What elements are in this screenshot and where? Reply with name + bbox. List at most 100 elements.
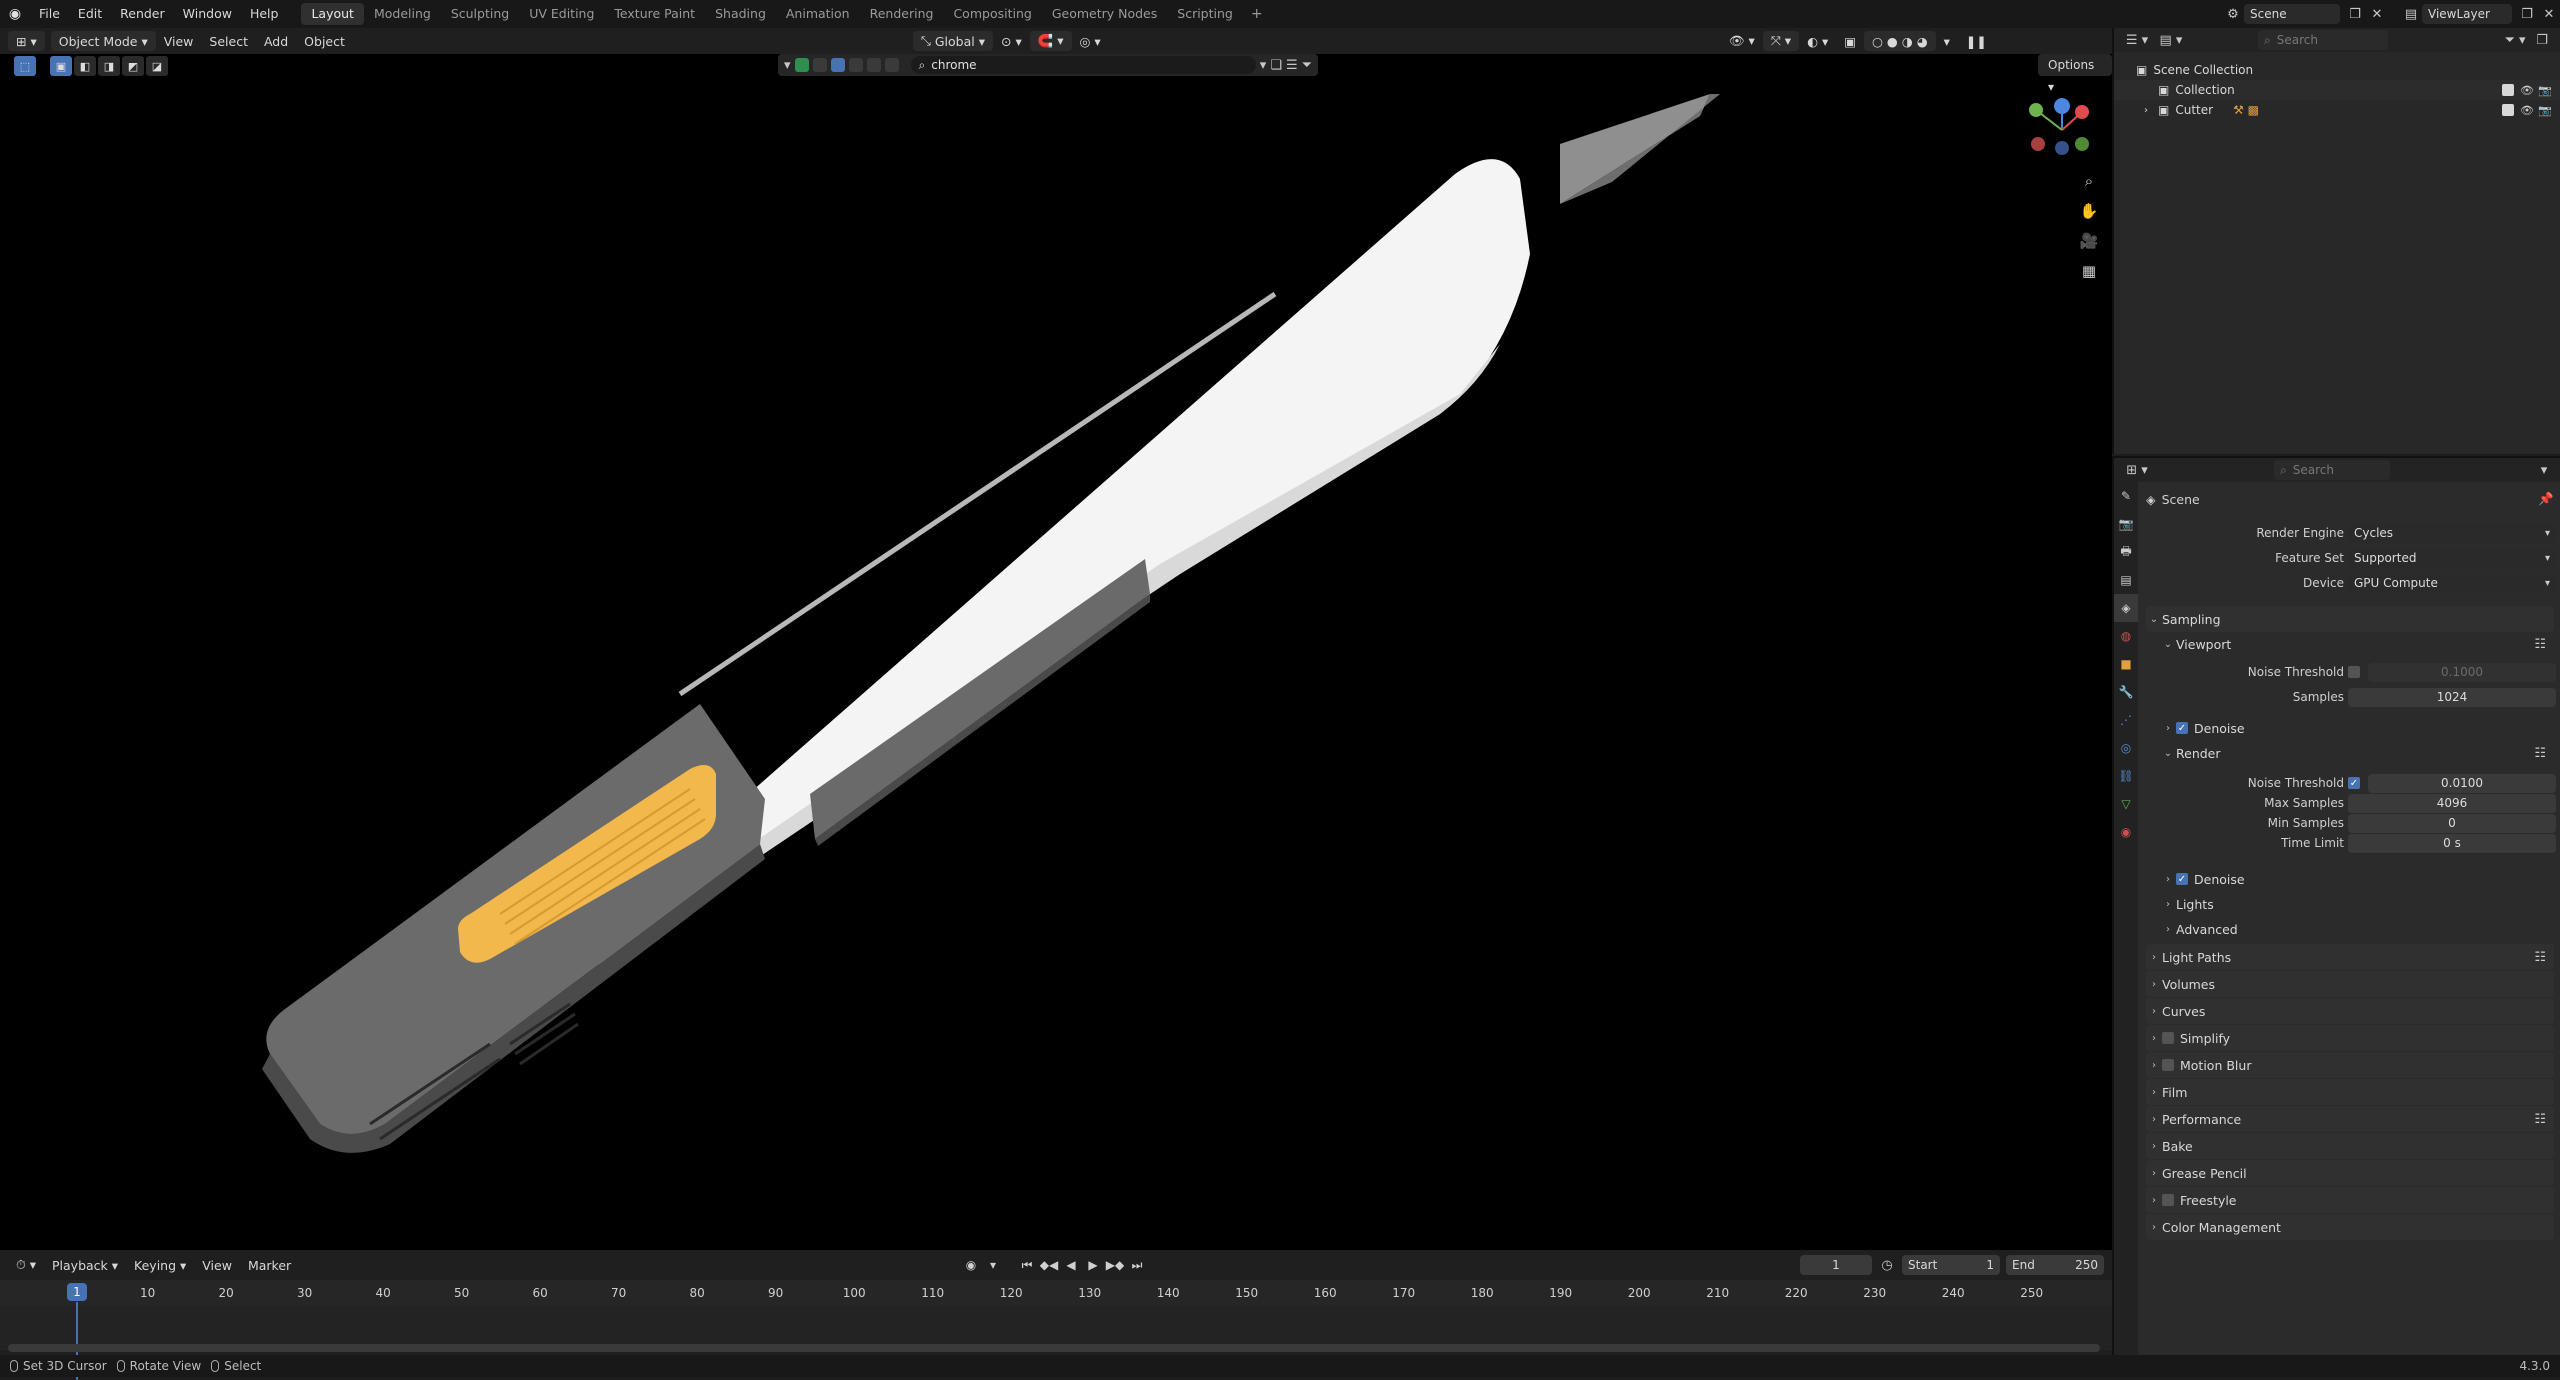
outliner-search-input[interactable]: ⌕ Search <box>2258 30 2388 50</box>
xray-icon[interactable]: ▣ <box>1836 31 1864 51</box>
volumes-panel[interactable]: › Volumes <box>2146 971 2554 997</box>
start-frame-field[interactable]: Start 1 <box>1902 1255 2000 1275</box>
physics-tab-icon[interactable]: ◎ <box>2114 734 2138 762</box>
bake-panel[interactable]: › Bake <box>2146 1133 2554 1159</box>
autokey-icon[interactable]: ◉ <box>962 1255 980 1275</box>
menu-render[interactable]: Render <box>111 0 174 28</box>
presets-list-icon[interactable]: ☷ <box>2534 746 2546 761</box>
pause-render-icon[interactable]: ❚❚ <box>1958 31 1995 51</box>
mode-intersect-icon[interactable]: ◪ <box>146 56 168 76</box>
properties-search-input[interactable]: ⌕ Search <box>2274 460 2390 480</box>
render-camera-icon[interactable]: 📷 <box>2538 84 2552 97</box>
display-mode-icon[interactable]: ▤ ▾ <box>2154 33 2188 48</box>
eye-icon[interactable]: 👁 <box>2520 84 2534 97</box>
current-frame-field[interactable]: 1 <box>1800 1255 1872 1275</box>
blender-logo-icon[interactable]: ◉ <box>0 0 30 28</box>
next-keyframe-icon[interactable]: ▶◆ <box>1106 1255 1124 1275</box>
shading-modes[interactable]: ○ ● ◑ ◕ <box>1864 31 1936 51</box>
bookmark-icon[interactable]: ❏ <box>1270 58 1282 73</box>
jump-end-icon[interactable]: ⏭ <box>1128 1255 1146 1275</box>
render-noise-threshold-field[interactable]: 0.0100 <box>2368 773 2556 793</box>
outliner-row-scene-collection[interactable]: ▣ Scene Collection <box>2114 60 2560 80</box>
filter-camera-icon[interactable] <box>866 58 881 72</box>
delete-scene-icon[interactable]: ✕ <box>2366 7 2388 22</box>
outliner-row-cutter[interactable]: › ▣ Cutter ⚒ ▩ 👁 📷 <box>2114 100 2560 120</box>
mode-dropdown[interactable]: Object Mode ▾ <box>50 31 156 51</box>
menu-playback[interactable]: Playback ▾ <box>44 1258 126 1273</box>
menu-keying[interactable]: Keying ▾ <box>126 1258 194 1273</box>
sampling-panel-header[interactable]: ⌄ Sampling <box>2146 606 2554 632</box>
tab-shading[interactable]: Shading <box>705 3 776 25</box>
outliner-filter-icon[interactable]: ⏷ ▾ <box>2500 33 2530 48</box>
device-dropdown[interactable]: GPU Compute ▾ <box>2348 573 2556 593</box>
outliner-editor-type-icon[interactable]: ☰ ▾ <box>2120 33 2154 48</box>
filter-light-icon[interactable] <box>848 58 863 72</box>
funnel-filter-icon[interactable]: ⏷ <box>1302 58 1312 73</box>
gizmo-x-axis[interactable] <box>2075 105 2089 119</box>
performance-panel[interactable]: › Performance ☷ <box>2146 1106 2554 1132</box>
menu-timeline-view[interactable]: View <box>194 1258 240 1273</box>
gizmo-toggle-icon[interactable]: ⤧ ▾ <box>1762 31 1800 51</box>
proportional-edit-icon[interactable]: ◎ ▾ <box>1072 31 1109 51</box>
time-limit-field[interactable]: 0 s <box>2348 833 2556 853</box>
gizmo-neg-y[interactable] <box>2075 137 2089 151</box>
menu-add[interactable]: Add <box>256 31 296 51</box>
camera-view-icon[interactable]: 🎥 <box>2075 227 2103 255</box>
shading-dropdown-icon[interactable]: ▾ <box>1936 31 1958 51</box>
view-layer-field[interactable]: ViewLayer <box>2422 4 2512 24</box>
tab-animation[interactable]: Animation <box>776 3 860 25</box>
render-engine-dropdown[interactable]: Cycles ▾ <box>2348 523 2556 543</box>
new-scene-icon[interactable]: ❐ <box>2344 7 2366 22</box>
tab-geometry-nodes[interactable]: Geometry Nodes <box>1042 3 1167 25</box>
view-options-icon[interactable]: ☰ <box>1286 58 1298 73</box>
mode-difference-icon[interactable]: ◩ <box>122 56 144 76</box>
select-box-tool-icon[interactable]: ⬚ <box>14 56 36 76</box>
frame-ruler[interactable]: 1 10 20 30 40 50 60 70 80 90 100 110 120 130 140 150 16… <box>0 1280 2112 1306</box>
filter-dropdown-icon[interactable]: ▾ <box>784 58 791 73</box>
tab-layout[interactable]: Layout <box>301 3 364 25</box>
viewport-subpanel-header[interactable]: ⌄ Viewport ☷ <box>2160 632 2554 656</box>
advanced-subpanel[interactable]: › Advanced <box>2160 917 2554 941</box>
output-tab-icon[interactable]: 🖶 <box>2114 538 2138 566</box>
add-workspace-icon[interactable]: + <box>1243 6 1271 22</box>
render-denoise-subpanel[interactable]: › ✓ Denoise <box>2160 867 2554 891</box>
gizmo-neg-z[interactable] <box>2055 141 2069 155</box>
curves-panel[interactable]: › Curves <box>2146 998 2554 1024</box>
filter-world-icon[interactable] <box>884 58 899 72</box>
end-frame-field[interactable]: End 250 <box>2006 1255 2104 1275</box>
object-tab-icon[interactable]: ■ <box>2114 650 2138 678</box>
render-camera-icon[interactable]: 📷 <box>2538 104 2552 117</box>
orientation-dropdown[interactable]: ⤡ Global ▾ <box>912 31 993 51</box>
perspective-grid-icon[interactable]: ▦ <box>2075 257 2103 285</box>
lights-subpanel[interactable]: › Lights <box>2160 892 2554 916</box>
tab-rendering[interactable]: Rendering <box>860 3 944 25</box>
playhead-frame[interactable]: 1 <box>67 1283 87 1301</box>
eye-icon[interactable]: 👁 <box>2520 104 2534 117</box>
new-collection-icon[interactable]: ❐ <box>2530 33 2554 48</box>
scene-icon[interactable]: ⚙ <box>2222 7 2244 22</box>
exclude-checkbox[interactable] <box>2502 84 2514 96</box>
tab-scripting[interactable]: Scripting <box>1167 3 1243 25</box>
timeline-scrollbar[interactable] <box>8 1344 2100 1352</box>
tab-modeling[interactable]: Modeling <box>364 3 441 25</box>
viewport-samples-field[interactable]: 1024 <box>2348 687 2556 707</box>
menu-window[interactable]: Window <box>174 0 241 28</box>
pivot-icon[interactable]: ⊙ ▾ <box>993 31 1030 51</box>
visibility-icon[interactable]: 👁 ▾ <box>1721 31 1763 51</box>
3d-viewport[interactable]: ⬚ ▣ ◧ ◨ ◩ ◪ ▾ ⌕ chrome ▾ ❏ ☰ ⏷ Options ▾… <box>0 54 2112 1250</box>
menu-select[interactable]: Select <box>201 31 256 51</box>
render-noise-threshold-checkbox[interactable]: ✓ <box>2348 777 2360 789</box>
viewport-noise-threshold-checkbox[interactable] <box>2348 666 2360 678</box>
simplify-checkbox[interactable] <box>2162 1032 2174 1044</box>
menu-object[interactable]: Object <box>296 31 353 51</box>
scene-field[interactable]: Scene <box>2244 4 2340 24</box>
grease-pencil-panel[interactable]: › Grease Pencil <box>2146 1160 2554 1186</box>
render-tab-icon[interactable]: 📷 <box>2114 510 2138 538</box>
motion-blur-panel[interactable]: › Motion Blur <box>2146 1052 2554 1078</box>
data-tab-icon[interactable]: ▽ <box>2114 790 2138 818</box>
overlay-icon[interactable]: ◐ ▾ <box>1799 31 1836 51</box>
filter-material-icon[interactable] <box>830 58 845 72</box>
snap-icon[interactable]: 🧲 ▾ <box>1029 31 1072 51</box>
gizmo-y-axis[interactable] <box>2029 103 2043 117</box>
mode-extend-icon[interactable]: ◧ <box>74 56 96 76</box>
